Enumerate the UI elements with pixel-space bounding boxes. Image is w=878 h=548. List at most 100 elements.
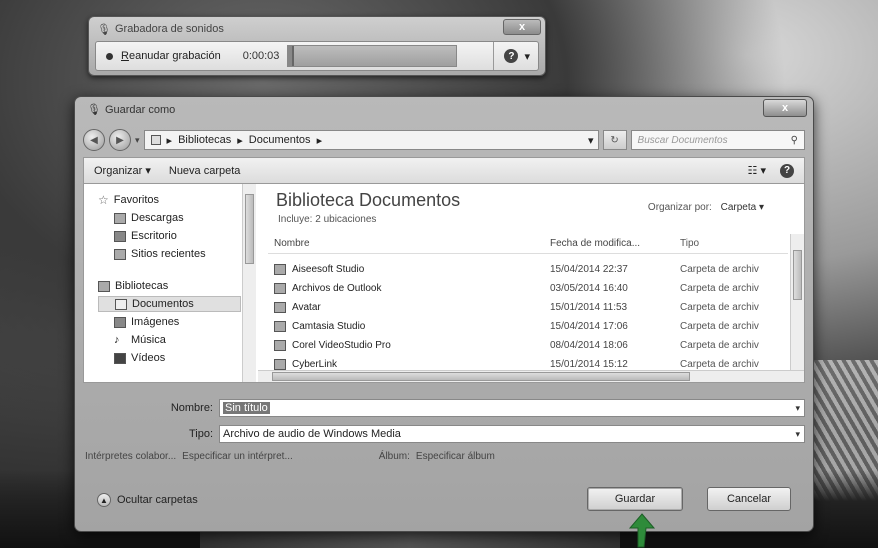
horizontal-scroll-thumb[interactable] — [272, 372, 690, 381]
level-indicator — [288, 46, 295, 66]
back-button[interactable]: ◀ — [83, 129, 105, 151]
folder-icon — [274, 340, 286, 351]
file-rows: Aiseesoft Studio 15/04/2014 22:37 Carpeta … — [268, 260, 788, 374]
folder-icon — [274, 264, 286, 275]
address-row: ◀ ▶ ▾ ▸ Bibliotecas ▸ Documentos ▸ ▾ ↻ B… — [83, 127, 805, 153]
search-input[interactable]: Buscar Documentos ⚲ — [630, 130, 805, 150]
nav-label: Documentos — [132, 298, 194, 310]
resume-recording-button[interactable]: Reanudar grabación — [121, 50, 221, 62]
nav-label: Música — [131, 334, 166, 346]
artists-label: Intérpretes colabor... — [85, 451, 177, 462]
breadcrumb-bibliotecas[interactable]: Bibliotecas — [178, 134, 231, 146]
nav-label: Vídeos — [131, 352, 166, 364]
column-type[interactable]: Tipo — [680, 238, 788, 249]
nav-label: Descargas — [131, 212, 184, 224]
file-date: 08/04/2014 18:06 — [550, 340, 628, 351]
file-name: Aiseesoft Studio — [292, 264, 365, 275]
toolbar: Organizar ▾ Nueva carpeta ☷ ▾ ? — [83, 157, 805, 183]
chevron-down-icon: ▾ — [524, 50, 530, 63]
table-row[interactable]: Corel VideoStudio Pro 08/04/2014 18:06 Car… — [268, 336, 788, 355]
address-bar[interactable]: ▸ Bibliotecas ▸ Documentos ▸ ▾ — [143, 130, 599, 150]
forward-button[interactable]: ▶ — [109, 129, 131, 151]
file-type: Carpeta de archiv — [680, 340, 759, 351]
filetype-value: Archivo de audio de Windows Media — [223, 428, 401, 440]
file-list-scroll-thumb[interactable] — [793, 250, 802, 300]
recorder-help-button[interactable]: ? ▾ — [493, 42, 530, 70]
file-type: Carpeta de archiv — [680, 302, 759, 313]
chevron-down-icon[interactable]: ▾ — [795, 429, 800, 440]
folder-icon — [274, 283, 286, 294]
nav-label: Favoritos — [113, 194, 160, 206]
breadcrumb-documentos[interactable]: Documentos — [249, 134, 311, 146]
nav-item-videos[interactable]: Vídeos — [98, 350, 255, 366]
recorder-close-button[interactable]: x — [503, 19, 541, 35]
table-row[interactable]: Archivos de Outlook 03/05/2014 16:40 Carpe… — [268, 279, 788, 298]
library-icon — [150, 135, 161, 145]
column-name[interactable]: Nombre — [268, 238, 550, 249]
file-date: 03/05/2014 16:40 — [550, 283, 628, 294]
horizontal-scrollbar[interactable] — [258, 370, 804, 382]
recorder-title-text: Grabadora de sonidos — [114, 23, 224, 35]
breadcrumb-sep-icon: ▸ — [166, 134, 173, 147]
arrange-by[interactable]: Organizar por: Carpeta ▾ — [648, 202, 764, 213]
dialog-title-text: Guardar como — [104, 103, 176, 116]
nav-bibliotecas[interactable]: Bibliotecas — [98, 278, 255, 294]
save-form: Nombre: Sin título ▾ Tipo: Archivo de aud… — [83, 397, 805, 462]
nav-item-descargas[interactable]: Descargas — [98, 210, 255, 226]
file-type: Carpeta de archiv — [680, 359, 759, 370]
nav-scroll-thumb[interactable] — [245, 194, 254, 264]
nav-label: Bibliotecas — [115, 280, 169, 292]
address-dropdown-icon[interactable]: ▾ — [588, 134, 594, 147]
artists-field[interactable]: Especificar un intérpret... — [182, 451, 293, 462]
breadcrumb-sep-icon: ▸ — [316, 134, 323, 147]
nav-item-escritorio[interactable]: Escritorio — [98, 228, 255, 244]
filename-row: Nombre: Sin título ▾ — [83, 397, 805, 419]
nav-item-imagenes[interactable]: Imágenes — [98, 314, 255, 330]
nav-item-documentos[interactable]: Documentos — [98, 296, 241, 312]
recent-places-icon — [114, 248, 126, 260]
table-row[interactable]: Aiseesoft Studio 15/04/2014 22:37 Carpeta … — [268, 260, 788, 279]
table-row[interactable]: Avatar 15/01/2014 11:53 Carpeta de archiv — [268, 298, 788, 317]
new-folder-button[interactable]: Nueva carpeta — [169, 165, 241, 177]
table-row[interactable]: Camtasia Studio 15/04/2014 17:06 Carpeta d… — [268, 317, 788, 336]
nav-scrollbar[interactable] — [242, 184, 256, 382]
file-name: CyberLink — [292, 359, 338, 370]
nav-item-sitios-recientes[interactable]: Sitios recientes — [98, 246, 255, 262]
recorder-title: 🎙 Grabadora de sonidos — [97, 21, 224, 37]
chevron-down-icon[interactable]: ▾ — [795, 403, 800, 414]
help-icon[interactable]: ? — [780, 163, 794, 178]
level-meter — [287, 45, 458, 67]
record-dot-icon — [106, 52, 113, 60]
file-list-scrollbar[interactable] — [790, 234, 804, 370]
refresh-button[interactable]: ↻ — [602, 130, 627, 150]
pictures-icon — [114, 316, 126, 328]
app-icon: 🎙 — [87, 104, 101, 116]
content-area: ☆ Favoritos Descargas Escritorio Sitios r… — [83, 183, 805, 383]
history-dropdown-icon[interactable]: ▾ — [135, 135, 140, 146]
dialog-close-button[interactable]: x — [763, 99, 807, 117]
save-as-dialog: 🎙 Guardar como x ◀ ▶ ▾ ▸ Bibliotecas ▸ D… — [74, 96, 814, 532]
column-date[interactable]: Fecha de modifica... — [550, 238, 680, 249]
filetype-select[interactable]: Archivo de audio de Windows Media ▾ — [219, 425, 805, 443]
documents-icon — [115, 298, 127, 310]
file-date: 15/04/2014 17:06 — [550, 321, 628, 332]
file-type: Carpeta de archiv — [680, 264, 759, 275]
arrange-value[interactable]: Carpeta ▾ — [721, 202, 764, 213]
filetype-label: Tipo: — [188, 428, 213, 440]
nav-favorites[interactable]: ☆ Favoritos — [98, 192, 255, 208]
view-options-button[interactable]: ☷ ▾ — [748, 164, 766, 177]
cancel-button[interactable]: Cancelar — [707, 487, 791, 511]
music-icon: ♪ — [114, 334, 120, 346]
save-button[interactable]: Guardar — [587, 487, 683, 511]
hide-folders-button[interactable]: ▲ Ocultar carpetas — [97, 493, 198, 507]
filename-input[interactable]: Sin título ▾ — [219, 399, 805, 417]
nav-item-musica[interactable]: ♪ Música — [98, 332, 255, 348]
organize-button[interactable]: Organizar ▾ — [94, 164, 151, 177]
album-field[interactable]: Especificar álbum — [416, 451, 495, 462]
search-icon: ⚲ — [790, 134, 798, 146]
downloads-icon — [114, 212, 126, 224]
dialog-title: 🎙 Guardar como — [87, 103, 176, 117]
album-label: Álbum: — [378, 451, 410, 462]
recording-time: 0:00:03 — [242, 50, 280, 62]
navigation-pane: ☆ Favoritos Descargas Escritorio Sitios r… — [84, 184, 256, 382]
